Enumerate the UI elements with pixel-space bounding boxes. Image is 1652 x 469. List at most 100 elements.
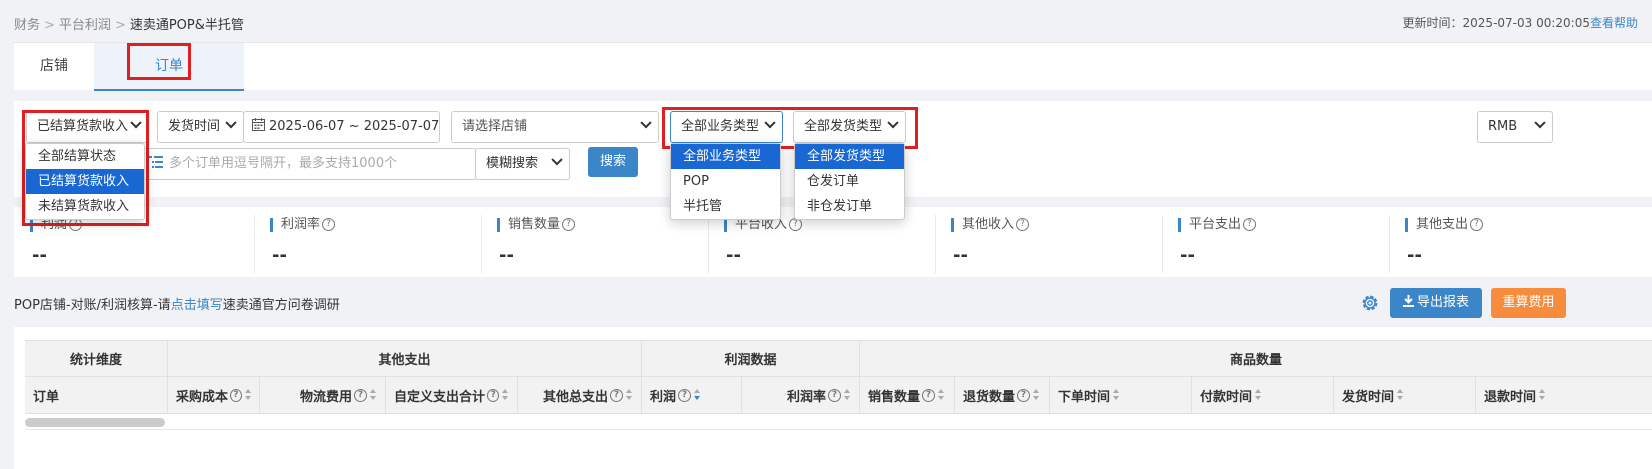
help-icon: ?	[922, 388, 936, 402]
col-sales-qty[interactable]: 销售数量?	[860, 377, 955, 413]
stat-profit-rate: 利润率? --	[254, 207, 481, 277]
date-range-value: 2025-06-07 ~ 2025-07-07	[269, 119, 440, 134]
order-number-input[interactable]: 多个订单用逗号隔开，最多支持1000个	[139, 148, 476, 180]
col-other-total-expense[interactable]: 其他总支出?	[518, 377, 642, 413]
option-all-business[interactable]: 全部业务类型	[671, 144, 780, 169]
export-label: 导出报表	[1416, 295, 1469, 310]
settlement-select[interactable]: 已结算货款收入	[26, 111, 149, 143]
breadcrumb-item-platform-profit[interactable]: 平台利润	[59, 18, 111, 33]
sort-icon	[626, 389, 633, 401]
order-input-placeholder: 多个订单用逗号隔开，最多支持1000个	[169, 156, 398, 171]
help-icon: ?	[562, 218, 576, 231]
time-type-value: 发货时间	[168, 119, 221, 134]
stat-platform-expense: 平台支出? --	[1162, 207, 1389, 277]
survey-link[interactable]: 点击填写	[171, 298, 223, 313]
col-return-qty[interactable]: 退货数量?	[955, 377, 1050, 413]
match-mode-value: 模糊搜索	[486, 156, 539, 171]
stat-value: --	[1407, 245, 1422, 266]
breadcrumb-item-finance[interactable]: 财务	[14, 18, 40, 33]
help-icon: ?	[487, 388, 500, 402]
option-all-settlement[interactable]: 全部结算状态	[26, 144, 144, 169]
chevron-down-icon	[640, 117, 652, 129]
col-profit[interactable]: 利润?	[642, 377, 742, 413]
sort-icon	[370, 389, 377, 401]
store-select[interactable]: 请选择店铺	[451, 111, 659, 143]
help-icon: ?	[354, 388, 367, 402]
divider	[1162, 215, 1163, 273]
stat-label: 利润?	[30, 218, 83, 232]
stat-label: 其他支出?	[1405, 218, 1484, 232]
stat-other-income: 其他收入? --	[935, 207, 1162, 277]
option-semi-managed[interactable]: 半托管	[671, 194, 780, 219]
date-range-input[interactable]: 2025-06-07 ~ 2025-07-07	[243, 111, 440, 143]
breadcrumb-separator: >	[44, 18, 55, 33]
sort-icon	[1397, 389, 1404, 401]
download-icon	[1402, 295, 1414, 307]
group-other-expense: 其他支出	[168, 341, 642, 376]
recalculate-fees-button[interactable]: 重算费用	[1491, 288, 1566, 318]
help-icon: ?	[1016, 218, 1030, 231]
col-ship-time[interactable]: 发货时间	[1334, 377, 1476, 413]
option-all-ship[interactable]: 全部发货类型	[795, 144, 904, 169]
currency-value: RMB	[1488, 119, 1518, 134]
gear-icon[interactable]	[1360, 293, 1380, 313]
sort-icon	[1539, 389, 1546, 401]
tab-order[interactable]: 订单	[94, 43, 244, 91]
breadcrumb-separator: >	[114, 18, 126, 33]
time-type-select[interactable]: 发货时间	[157, 111, 244, 143]
calendar-icon	[252, 118, 265, 131]
chevron-down-icon	[551, 154, 563, 166]
option-non-warehouse[interactable]: 非仓发订单	[795, 194, 904, 219]
sort-desc-icon	[694, 389, 701, 401]
col-logistics-fee[interactable]: 物流费用?	[260, 377, 386, 413]
stat-other-expense: 其他支出? --	[1389, 207, 1616, 277]
help-icon: ?	[828, 388, 841, 402]
col-custom-expense-total[interactable]: 自定义支出合计?	[386, 377, 518, 413]
option-settled[interactable]: 已结算货款收入	[26, 169, 144, 194]
col-refund-time[interactable]: 退款时间	[1476, 377, 1652, 413]
stat-value: --	[953, 245, 968, 266]
sort-icon	[844, 389, 851, 401]
chevron-down-icon	[225, 117, 237, 129]
stat-label: 其他收入?	[951, 218, 1030, 232]
help-icon: ?	[1017, 388, 1031, 402]
currency-select[interactable]: RMB	[1477, 111, 1553, 143]
help-link[interactable]: 查看帮助	[1590, 16, 1638, 30]
search-button[interactable]: 搜索	[588, 147, 638, 177]
col-payment-time[interactable]: 付款时间	[1192, 377, 1334, 413]
stat-label: 平台收入?	[724, 218, 803, 232]
business-type-select[interactable]: 全部业务类型	[670, 111, 783, 143]
update-time-value: 2025-07-03 00:20:05	[1462, 16, 1590, 30]
col-order-time[interactable]: 下单时间	[1050, 377, 1192, 413]
business-type-value: 全部业务类型	[681, 119, 760, 134]
divider	[254, 215, 255, 273]
help-icon: ?	[1243, 218, 1257, 231]
group-product-qty: 商品数量	[1229, 353, 1282, 368]
table-group-header: 统计维度 其他支出 利润数据 商品数量	[25, 340, 1652, 376]
help-icon: ?	[1470, 218, 1484, 231]
col-purchase-cost[interactable]: 采购成本?	[168, 377, 260, 413]
option-unsettled[interactable]: 未结算货款收入	[26, 194, 144, 219]
breadcrumb: 财务 > 平台利润 > 速卖通POP&半托管	[14, 14, 244, 33]
sort-icon	[1255, 389, 1262, 401]
survey-suffix: 速卖通官方问卷调研	[222, 298, 340, 313]
option-warehouse[interactable]: 仓发订单	[795, 169, 904, 194]
settlement-dropdown: 全部结算状态 已结算货款收入 未结算货款收入	[25, 143, 145, 220]
horizontal-scrollbar[interactable]	[25, 418, 165, 427]
help-icon: ?	[322, 218, 336, 231]
survey-notice: POP店铺-对账/利润核算-请点击填写速卖通官方问卷调研	[14, 294, 340, 313]
col-profit-rate[interactable]: 利润率?	[742, 377, 860, 413]
ship-type-select[interactable]: 全部发货类型	[793, 111, 906, 143]
col-order: 订单	[25, 377, 168, 413]
business-type-dropdown: 全部业务类型 POP 半托管	[670, 143, 781, 220]
survey-prefix: POP店铺-对账/利润核算-请	[14, 298, 171, 313]
sort-icon	[1113, 389, 1120, 401]
option-pop[interactable]: POP	[671, 169, 780, 194]
stat-label: 销售数量?	[497, 218, 576, 232]
data-table: 统计维度 其他支出 利润数据 商品数量 订单 采购成本? 物流费用? 自定义支出…	[14, 327, 1652, 469]
export-report-button[interactable]: 导出报表	[1390, 288, 1482, 318]
settlement-select-value: 已结算货款收入	[37, 119, 129, 134]
match-mode-select[interactable]: 模糊搜索	[475, 148, 570, 180]
stat-value: --	[726, 245, 741, 266]
tab-store[interactable]: 店铺	[14, 43, 94, 91]
